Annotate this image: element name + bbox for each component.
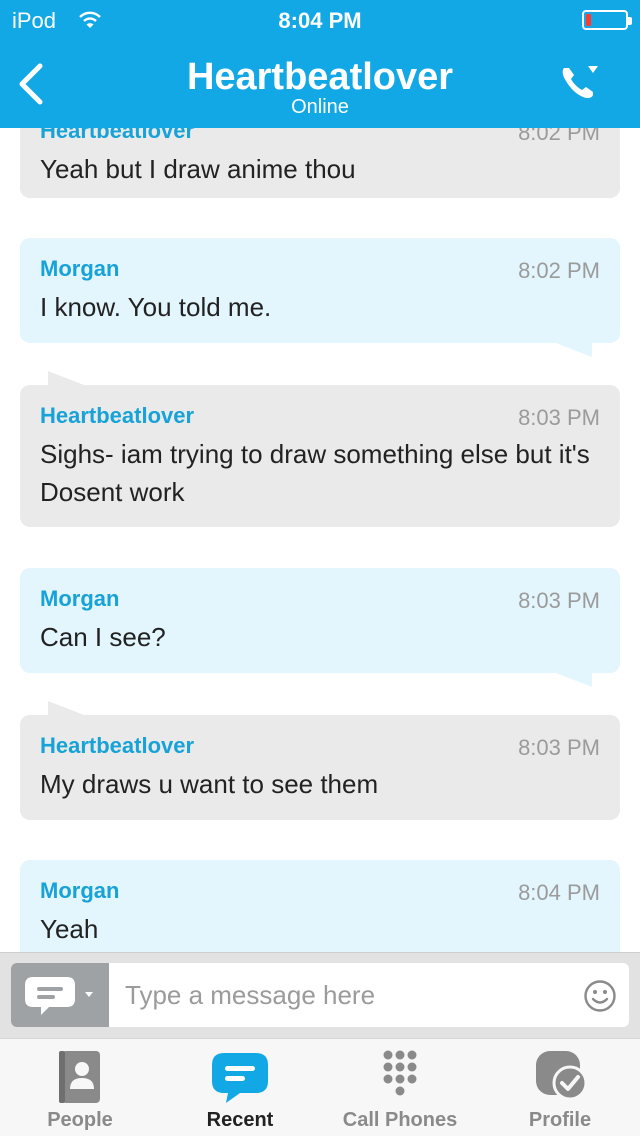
message-time: 8:04 PM [518, 880, 600, 905]
tab-recent[interactable]: Recent [160, 1039, 320, 1136]
message-text: I know. You told me. [40, 292, 272, 322]
tab-bar: People Recent Call Phones Profile [0, 1038, 640, 1136]
contacts-icon [50, 1049, 110, 1105]
tab-label: Call Phones [342, 1109, 458, 1131]
navigation-header: iPod 8:04 PM Heartbeatlover Online [0, 0, 640, 128]
tab-people[interactable]: People [0, 1039, 160, 1136]
conversation-title[interactable]: Heartbeatlover [0, 56, 640, 99]
presence-status: Online [291, 96, 349, 118]
status-check-icon [530, 1049, 590, 1105]
message-text: Can I see? [40, 622, 166, 652]
message-bubble[interactable]: Morgan 8:04 PM Yeah [20, 860, 620, 952]
message-sender: Morgan [40, 878, 120, 903]
message-text: Yeah but I draw anime thou [40, 154, 356, 184]
status-bar: iPod 8:04 PM [0, 8, 640, 34]
message-input-wrapper [109, 963, 629, 1027]
message-sender: Morgan [40, 586, 120, 611]
call-button[interactable] [558, 62, 602, 102]
message-text: Sighs- iam trying to draw something else… [40, 439, 590, 507]
message-time: 8:02 PM [518, 258, 600, 283]
phone-call-icon [562, 66, 598, 99]
status-time: 8:04 PM [278, 8, 362, 33]
message-sender: Heartbeatlover [40, 403, 195, 428]
battery-icon [582, 10, 632, 30]
tab-label: People [47, 1109, 113, 1131]
bubble-tail [48, 701, 84, 715]
message-text: Yeah [40, 914, 99, 944]
message-sender: Morgan [40, 256, 120, 281]
message-list[interactable]: Heartbeatlover 8:02 PM Yeah but I draw a… [0, 0, 640, 952]
tab-label: Profile [528, 1109, 592, 1131]
message-bubble[interactable]: Heartbeatlover 8:03 PM Sighs- iam trying… [20, 371, 620, 527]
dialpad-icon [370, 1049, 430, 1105]
message-time: 8:03 PM [518, 588, 600, 613]
tab-profile[interactable]: Profile [480, 1039, 640, 1136]
message-bubble[interactable]: Heartbeatlover 8:03 PM My draws u want t… [20, 701, 620, 820]
message-bubble[interactable]: Morgan 8:03 PM Can I see? [20, 568, 620, 687]
chat-bubble-icon [210, 1049, 270, 1105]
message-time: 8:03 PM [518, 735, 600, 760]
bubble-tail [48, 371, 84, 385]
message-type-button[interactable] [11, 963, 109, 1027]
tab-label: Recent [206, 1109, 274, 1131]
bubble-tail [556, 343, 592, 357]
smiley-icon [584, 980, 616, 1012]
message-text: My draws u want to see them [40, 769, 379, 799]
message-time: 8:03 PM [518, 405, 600, 430]
emoji-button[interactable] [583, 979, 617, 1013]
chat-bubble-icon [25, 977, 93, 1015]
bubble-tail [556, 673, 592, 687]
message-composer [0, 952, 640, 1038]
message-bubble[interactable]: Morgan 8:02 PM I know. You told me. [20, 238, 620, 357]
message-input[interactable] [109, 963, 549, 1027]
tab-call-phones[interactable]: Call Phones [320, 1039, 480, 1136]
message-sender: Heartbeatlover [40, 733, 195, 758]
